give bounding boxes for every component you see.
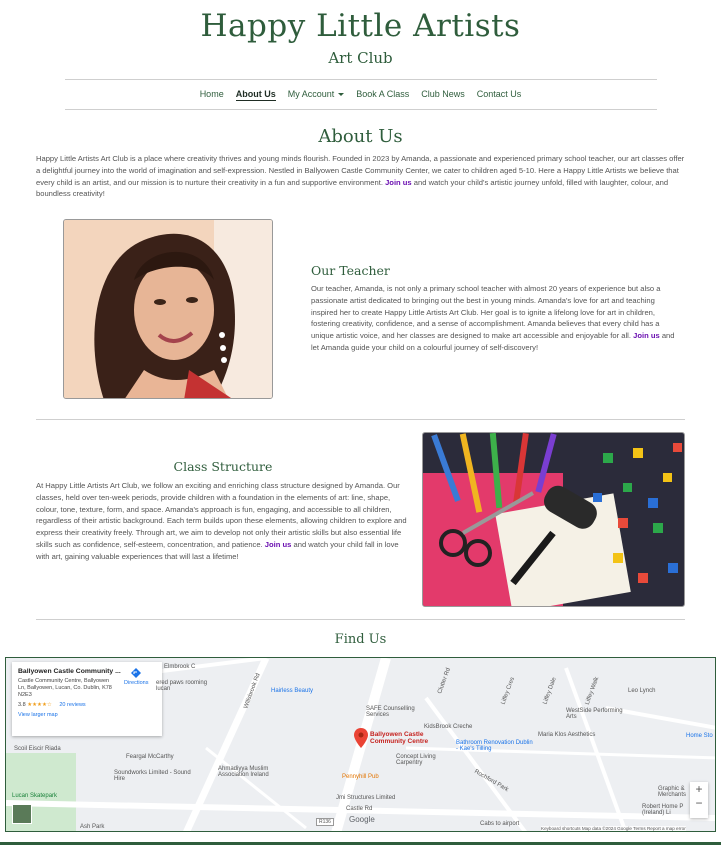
map-label: Maria Klos Aesthetics <box>538 732 596 738</box>
nav-news[interactable]: Club News <box>421 89 465 101</box>
map-label: Soundworks Limited - Sound Hire <box>114 770 191 782</box>
place-card-address: Castle Community Centre, Ballyowen Ln, B… <box>18 678 112 698</box>
structure-join-link[interactable]: Join us <box>265 540 292 549</box>
rating-stars-icon: ★★★★☆ <box>27 702 52 708</box>
about-join-link[interactable]: Join us <box>385 178 412 187</box>
map-label: Concept Living Carpentry <box>396 754 436 766</box>
teacher-text-1: Our teacher, Amanda, is not only a prima… <box>311 284 661 341</box>
map-label: Ahmadiyya Muslim Association Ireland <box>218 766 269 778</box>
section-divider-2 <box>36 619 685 620</box>
site-brand[interactable]: Happy Little Artists <box>0 8 721 44</box>
place-rating-row: 3.8 ★★★★☆ 20 reviews <box>18 702 156 708</box>
view-larger-map-link[interactable]: View larger map <box>18 712 156 718</box>
nav-account[interactable]: My Account <box>288 89 345 101</box>
map-label: ered paws rooming lucan <box>156 680 208 692</box>
teacher-photo <box>63 219 273 399</box>
nav-home[interactable]: Home <box>200 89 224 101</box>
map-label: Pennyhill Pub <box>342 774 379 780</box>
section-divider-1 <box>36 419 685 420</box>
map-label: Feargal McCarthy <box>126 754 174 760</box>
nav-about[interactable]: About Us <box>235 89 276 101</box>
location-pin-icon[interactable] <box>354 728 368 748</box>
place-reviews-link[interactable]: 20 reviews <box>59 702 85 708</box>
find-us-title: Find Us <box>334 632 387 647</box>
zoom-out-button[interactable]: − <box>690 796 708 810</box>
satellite-toggle[interactable] <box>12 804 32 824</box>
google-logo: Google <box>349 815 375 824</box>
road-badge: R136 <box>316 818 334 826</box>
pin-label: Ballyowen Castle Community Centre <box>370 731 429 745</box>
map-label: Bathroom Renovation Dublin - Kae's Tilli… <box>456 740 533 752</box>
map-label: Cabs to airport <box>480 821 520 827</box>
map-footer[interactable]: Keyboard shortcuts Map data ©2024 Google… <box>541 826 686 831</box>
chevron-down-icon <box>338 93 345 97</box>
nav-divider <box>64 109 657 110</box>
art-supplies-image <box>423 433 684 606</box>
site-header: Happy Little Artists Art Club <box>0 0 721 67</box>
map-label: Scoil Eiscir Riada <box>14 746 61 752</box>
map-label: Hairless Beauty <box>271 688 314 694</box>
map-label: Ash Park <box>80 824 105 830</box>
map-label: Lucan Skatepark <box>12 793 58 799</box>
teacher-portrait-image <box>64 220 272 398</box>
structure-text: At Happy Little Artists Art Club, we fol… <box>36 480 410 563</box>
teacher-text: Our teacher, Amanda, is not only a prima… <box>311 283 681 354</box>
teacher-title: Our Teacher <box>311 263 390 278</box>
nav-account-label: My Account <box>287 89 335 99</box>
zoom-controls: + − <box>690 782 708 818</box>
google-map[interactable]: Ballyowen Castle Community ... Castle Co… <box>5 657 716 832</box>
about-title: About Us <box>318 126 403 147</box>
map-label: KidsBrook Creche <box>424 724 473 730</box>
structure-text-1: At Happy Little Artists Art Club, we fol… <box>36 481 407 549</box>
directions-button[interactable]: Directions <box>124 668 148 686</box>
map-label: Jmi Structures Limited <box>336 795 396 801</box>
directions-label: Directions <box>124 680 149 686</box>
structure-title: Class Structure <box>173 459 273 474</box>
place-card: Ballyowen Castle Community ... Castle Co… <box>12 662 162 736</box>
site-subtitle: Art Club <box>328 49 393 67</box>
about-text: Happy Little Artists Art Club is a place… <box>0 153 721 200</box>
nav-contact[interactable]: Contact Us <box>477 89 522 101</box>
teacher-join-link[interactable]: Join us <box>633 331 660 340</box>
nav-book[interactable]: Book A Class <box>356 89 409 101</box>
map-label: Home Sto <box>686 733 713 739</box>
place-rating: 3.8 <box>18 702 26 708</box>
main-nav: Home About Us My Account Book A Class Cl… <box>0 80 721 109</box>
map-label: Elmbrook C <box>164 664 196 670</box>
art-supplies-photo <box>422 432 685 607</box>
map-label: Leo Lynch <box>628 688 656 694</box>
zoom-in-button[interactable]: + <box>690 782 708 796</box>
map-label: Castle Rd <box>346 806 373 812</box>
directions-icon <box>131 668 142 678</box>
map-label: WestSide Performing Arts <box>566 708 623 720</box>
map-label: SAFE Counselling Services <box>366 706 415 718</box>
